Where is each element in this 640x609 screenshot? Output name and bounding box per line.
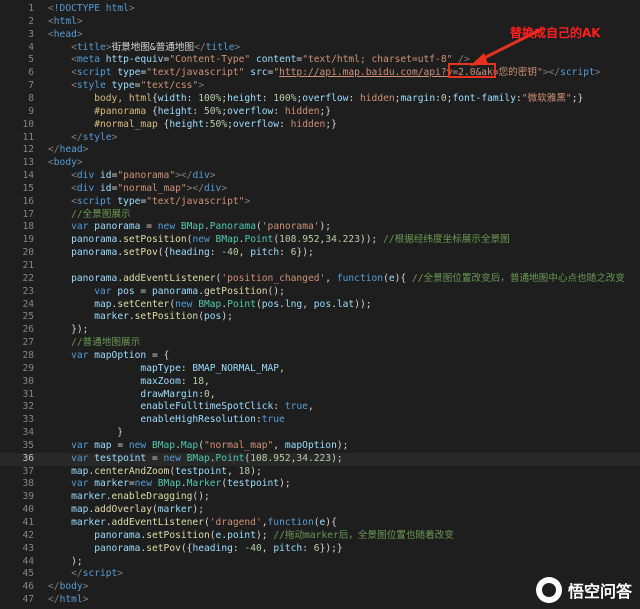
watermark: 悟空问答 xyxy=(535,577,632,603)
annotation-arrow-icon xyxy=(470,28,541,66)
watermark-text: 悟空问答 xyxy=(567,582,632,601)
annotation-label: 替换成自己的AK xyxy=(510,26,601,40)
wukong-logo-icon xyxy=(535,577,562,603)
code-editor[interactable]: 1 <!DOCTYPE html> 2 <html> 3 <head> 4 <title>街… xyxy=(0,0,640,609)
